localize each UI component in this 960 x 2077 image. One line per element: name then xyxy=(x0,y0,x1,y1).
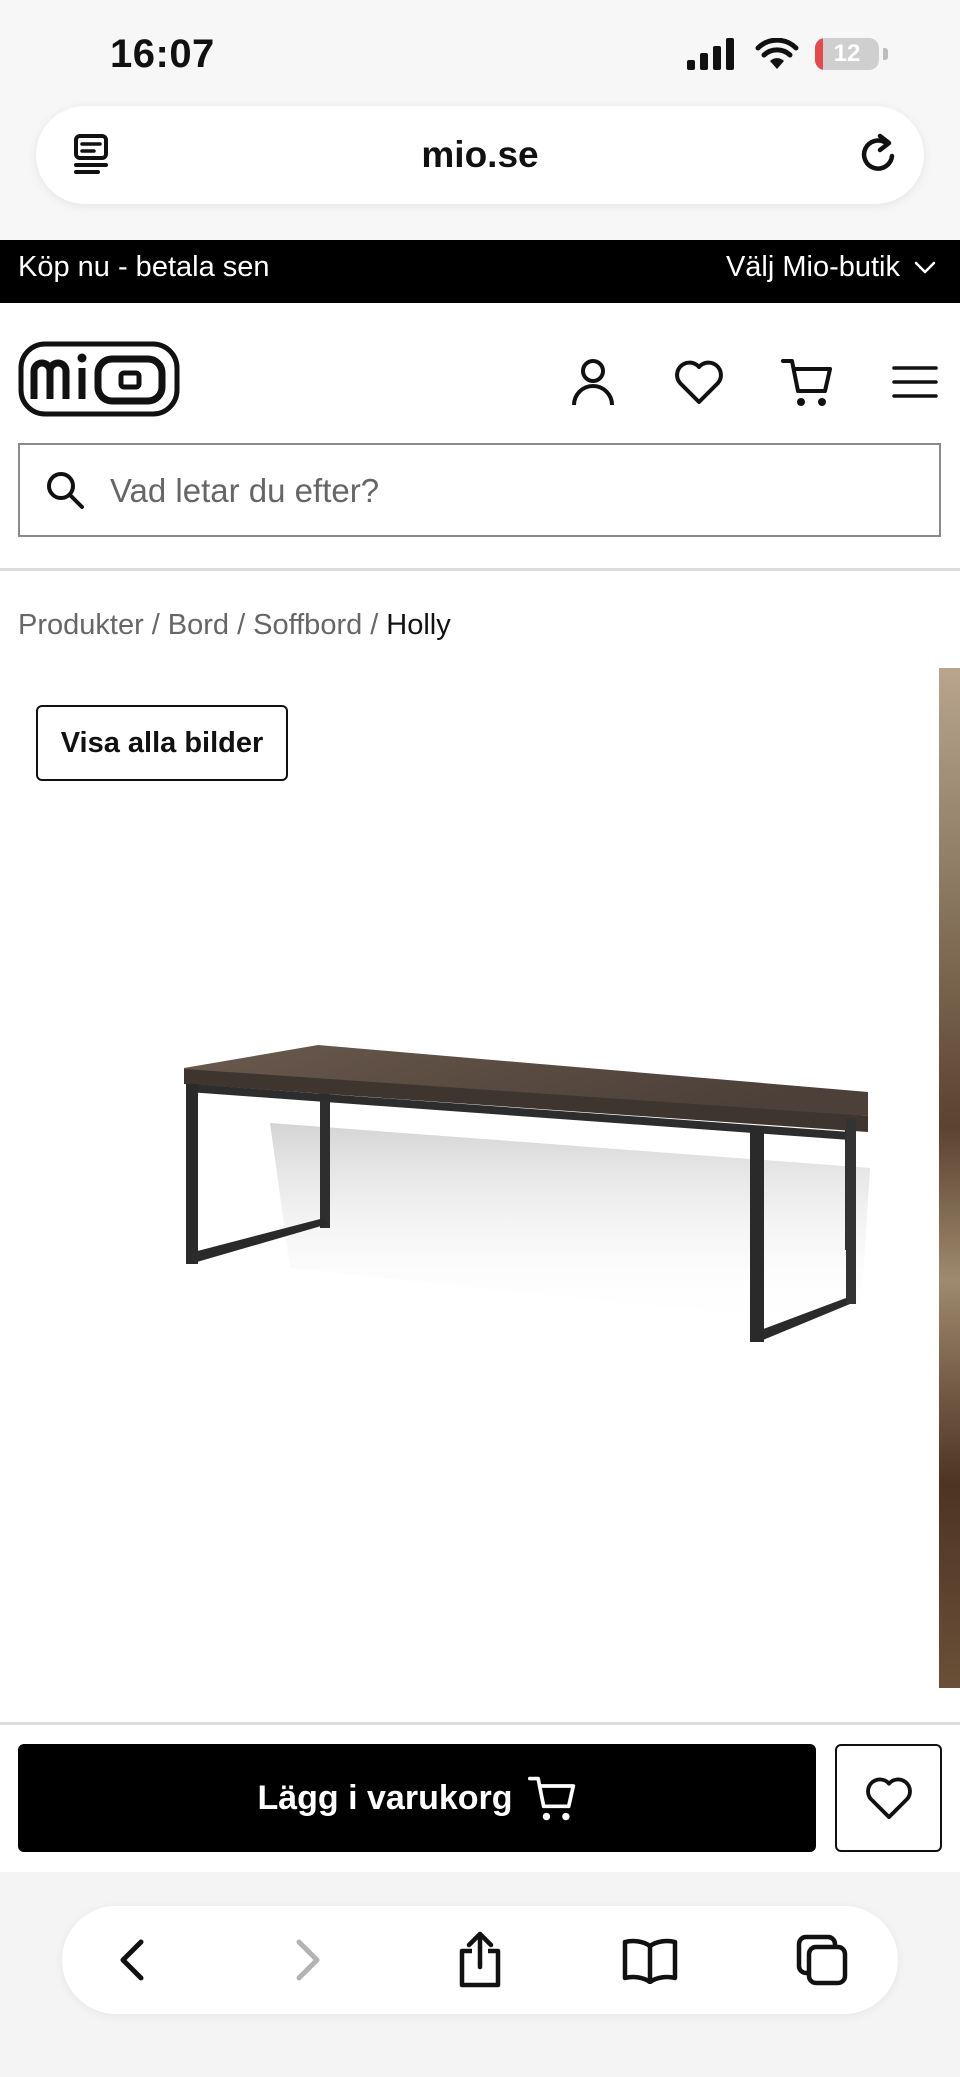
product-image[interactable] xyxy=(170,1008,890,1348)
share-button[interactable] xyxy=(450,1930,510,1990)
reload-icon[interactable] xyxy=(856,132,902,178)
search-icon xyxy=(47,472,84,509)
store-selector[interactable]: Välj Mio-butik xyxy=(726,251,936,284)
menu-button[interactable] xyxy=(886,353,944,411)
back-button[interactable] xyxy=(102,1930,162,1990)
view-all-images-button[interactable]: Visa alla bilder xyxy=(36,705,288,781)
add-to-wishlist-button[interactable] xyxy=(835,1744,942,1852)
breadcrumb-current: Holly xyxy=(386,609,451,641)
next-image-preview[interactable] xyxy=(939,668,960,1688)
bookmarks-button[interactable] xyxy=(620,1930,680,1990)
breadcrumb-link-tables[interactable]: Bord xyxy=(168,609,229,642)
cart-icon xyxy=(781,359,832,406)
account-icon xyxy=(572,359,614,406)
cart-icon xyxy=(527,1776,575,1821)
tabs-button[interactable] xyxy=(792,1930,852,1990)
promo-text[interactable]: Köp nu - betala sen xyxy=(18,251,270,284)
site-header xyxy=(0,303,960,571)
battery-level: 12 xyxy=(833,40,861,67)
breadcrumb-separator: / xyxy=(237,609,246,641)
add-to-cart-button[interactable]: Lägg i varukorg xyxy=(18,1744,816,1852)
share-icon xyxy=(459,1931,501,1988)
product-gallery[interactable]: Visa alla bilder xyxy=(0,668,960,1688)
add-to-cart-label: Lägg i varukorg xyxy=(257,1778,513,1817)
header-divider xyxy=(0,568,960,571)
breadcrumb-link-products[interactable]: Produkter xyxy=(18,609,144,642)
account-button[interactable] xyxy=(564,353,622,411)
status-time: 16:07 xyxy=(110,32,215,76)
toolbar-pill xyxy=(62,1906,898,2014)
store-selector-label: Välj Mio-butik xyxy=(725,251,900,283)
mio-logo[interactable] xyxy=(18,341,180,417)
cart-header-button[interactable] xyxy=(778,353,836,411)
action-divider xyxy=(0,1722,960,1725)
wifi-icon xyxy=(755,38,799,69)
breadcrumb-separator: / xyxy=(370,609,379,641)
battery-indicator: 12 xyxy=(815,38,879,70)
heart-icon xyxy=(865,1777,912,1820)
address-bar[interactable]: mio.se xyxy=(36,106,924,204)
bookmarks-icon xyxy=(622,1938,678,1984)
search-input[interactable] xyxy=(110,461,910,521)
menu-icon xyxy=(892,366,938,398)
browser-top-bar: mio.se xyxy=(0,90,960,240)
forward-button[interactable] xyxy=(278,1930,338,1990)
chevron-down-icon xyxy=(914,261,936,273)
breadcrumb: Produkter / Bord / Soffbord / Holly xyxy=(18,609,451,642)
heart-icon xyxy=(675,360,723,404)
breadcrumb-link-coffee-tables[interactable]: Soffbord xyxy=(253,609,362,642)
battery-tip xyxy=(883,48,888,60)
promo-bar: Köp nu - betala sen Välj Mio-butik xyxy=(0,240,960,303)
forward-icon xyxy=(296,1939,320,1981)
back-icon xyxy=(120,1939,144,1981)
wishlist-header-button[interactable] xyxy=(670,353,728,411)
signal-icon xyxy=(687,38,734,70)
status-icons: 12 xyxy=(687,38,888,70)
search-box[interactable] xyxy=(18,443,941,537)
url-text[interactable]: mio.se xyxy=(36,134,924,176)
battery-fill xyxy=(815,38,823,70)
breadcrumb-separator: / xyxy=(151,609,160,641)
tabs-icon xyxy=(796,1934,848,1986)
browser-bottom-toolbar xyxy=(0,1872,960,2077)
